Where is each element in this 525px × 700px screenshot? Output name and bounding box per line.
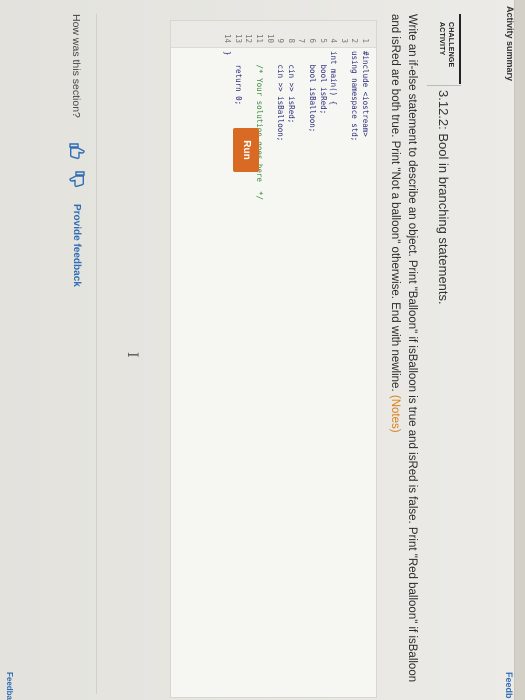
- line-number: 3: [339, 38, 349, 43]
- code-text: cin >> isBalloon;: [276, 51, 286, 142]
- code-line: 6 bool isBalloon;: [306, 21, 317, 697]
- code-lines: 1 #include <iostream> 2 using namespace std…: [222, 21, 370, 697]
- line-number: 11: [255, 33, 265, 43]
- code-editor[interactable]: 1 #include <iostream> 2 using namespace std…: [170, 20, 377, 698]
- run-button[interactable]: Run: [233, 128, 259, 172]
- feedback-link-top[interactable]: Feedb: [504, 672, 514, 699]
- section-title: 3.12.2: Bool in branching statements.: [436, 90, 451, 305]
- code-line: 9 cin >> isBalloon;: [275, 21, 286, 697]
- badge-line1: CHALLENGE: [447, 22, 454, 68]
- code-text: }: [223, 51, 233, 56]
- code-line: 3: [338, 21, 349, 697]
- code-line: 13 return 0;: [232, 21, 243, 697]
- line-number: 2: [350, 38, 360, 43]
- line-number: 14: [223, 33, 233, 43]
- code-line: 7: [296, 21, 307, 697]
- line-number: 13: [233, 33, 243, 43]
- badge-line2: ACTIVITY: [438, 22, 445, 56]
- text-cursor-icon: I: [124, 352, 140, 358]
- code-text: /* Your solution goes here */: [255, 51, 265, 201]
- code-line: 8 cin >> isRed;: [285, 21, 296, 697]
- code-text: bool isBalloon;: [308, 51, 318, 133]
- rotated-page: Activity summary Feedb CHALLENGE ACTIVIT…: [0, 0, 525, 700]
- line-number: 12: [244, 33, 254, 43]
- activity-description: Write an if-else statement to describe a…: [386, 14, 420, 694]
- code-text: #include <iostream>: [361, 51, 370, 137]
- line-number: 4: [329, 38, 339, 43]
- code-line: 5 bool isRed;: [317, 21, 328, 697]
- code-line: 1 #include <iostream>: [359, 21, 370, 697]
- code-line: 4 int main() {: [328, 21, 339, 697]
- line-number: 1: [361, 38, 370, 43]
- badge-separator: [427, 85, 461, 86]
- thumbs-down-icon[interactable]: [68, 170, 86, 188]
- top-strip: [514, 0, 525, 700]
- notes-link[interactable]: (Notes): [389, 395, 401, 433]
- challenge-activity-badge: CHALLENGE ACTIVITY: [425, 14, 461, 84]
- code-text: int main() {: [329, 51, 339, 106]
- code-text: cin >> isRed;: [286, 51, 296, 124]
- challenge-activity-card: CHALLENGE ACTIVITY 3.12.2: Bool in branc…: [35, 0, 495, 700]
- feedback-bar: How was this section? Provide feedback: [66, 14, 97, 694]
- line-number: 5: [318, 38, 328, 43]
- line-number: 7: [297, 38, 307, 43]
- code-line: 2 using namespace std;: [349, 21, 360, 697]
- code-line: 10: [264, 21, 275, 697]
- provide-feedback-link[interactable]: Provide feedback: [71, 204, 82, 287]
- line-number: 8: [286, 38, 296, 43]
- code-line: 14}: [222, 21, 233, 697]
- line-number: 9: [276, 38, 286, 43]
- line-number: 10: [265, 33, 275, 43]
- code-line: 11 /* Your solution goes here */: [253, 21, 264, 697]
- thumbs-up-icon[interactable]: [68, 142, 86, 160]
- code-text: using namespace std;: [350, 51, 360, 142]
- code-line: 12: [243, 21, 254, 697]
- feedback-question: How was this section?: [70, 14, 82, 118]
- side-label: Activity summary: [505, 6, 515, 82]
- code-text: return 0;: [233, 51, 243, 106]
- feedback-link-bottom[interactable]: Feedbac: [5, 672, 14, 700]
- description-text: Write an if-else statement to describe a…: [389, 14, 418, 683]
- code-text: bool isRed;: [318, 51, 328, 115]
- line-number: 6: [308, 38, 318, 43]
